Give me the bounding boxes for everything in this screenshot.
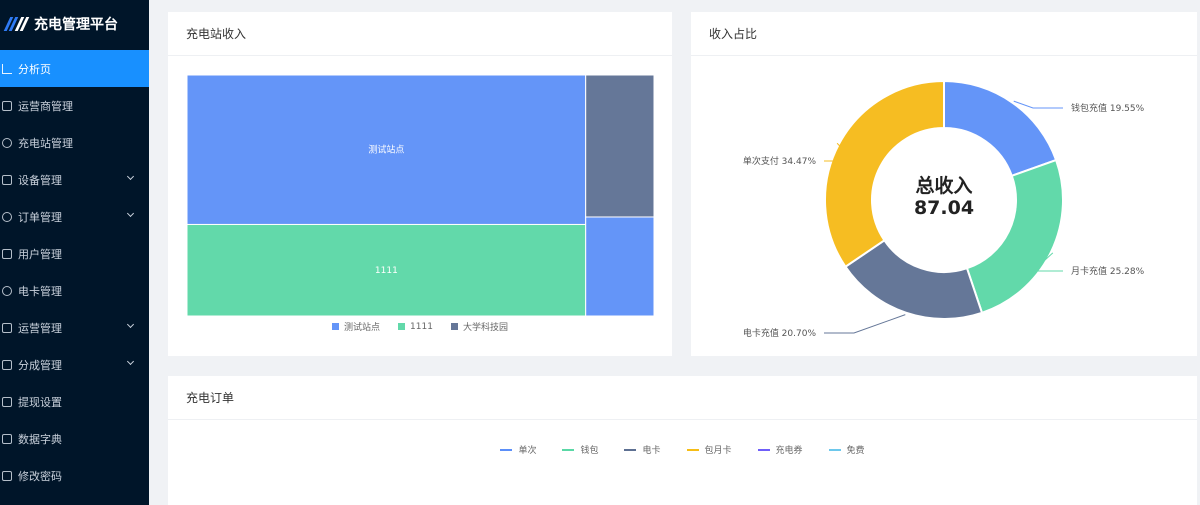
legend-label: 电卡 <box>642 446 661 456</box>
legend-line-swatch <box>500 448 513 451</box>
income-ratio-title: 收入占比 <box>691 12 1197 56</box>
sidebar-item-label: 充电站管理 <box>18 136 73 150</box>
station-icon <box>2 137 12 148</box>
legend-line-swatch <box>757 448 770 451</box>
chevron-down-icon <box>126 357 135 366</box>
orders-legend-item[interactable]: 充电券 <box>757 443 803 456</box>
logo: 充电管理平台 <box>0 0 149 48</box>
legend-line-swatch <box>686 448 699 451</box>
sidebar-item-label: 修改密码 <box>18 469 62 483</box>
legend-swatch <box>332 323 340 330</box>
sidebar-item-label: 运营商管理 <box>18 99 73 113</box>
device-icon <box>2 174 12 185</box>
station-income-title: 充电站收入 <box>168 12 672 56</box>
sidebar-item-10[interactable]: 数据字典 <box>0 420 149 457</box>
orders-legend-item[interactable]: 电卡 <box>624 443 661 456</box>
treemap-legend-item[interactable]: 大学科技园 <box>450 320 508 333</box>
sidebar: 充电管理平台 分析页运营商管理充电站管理设备管理订单管理用户管理电卡管理运营管理… <box>0 0 149 505</box>
treemap-node-2[interactable] <box>585 74 655 218</box>
legend-line-swatch <box>562 448 575 451</box>
charging-orders-title: 充电订单 <box>168 376 1197 420</box>
orders-legend-item[interactable]: 钱包 <box>562 443 598 456</box>
legend-swatch <box>450 323 458 330</box>
sidebar-item-1[interactable]: 运营商管理 <box>0 87 149 124</box>
chevron-down-icon <box>126 172 135 181</box>
sidebar-item-6[interactable]: 电卡管理 <box>0 272 149 309</box>
sidebar-item-3[interactable]: 设备管理 <box>0 161 149 198</box>
donut-slice-1[interactable] <box>965 158 1064 315</box>
legend-label: 测试站点 <box>344 323 381 333</box>
orders-legend-item[interactable]: 免费 <box>828 443 865 456</box>
order-icon <box>2 211 12 222</box>
donut-slice-0[interactable] <box>943 79 1058 178</box>
donut-slice-label: 电卡充值 20.70% <box>743 327 817 339</box>
app-title: 充电管理平台 <box>34 17 118 33</box>
station-income-card: 充电站收入 测试站点 1111 测试站点 1111 大学科技园 <box>168 12 672 356</box>
withdraw-icon <box>2 396 12 407</box>
orders-legend-item[interactable]: 包月卡 <box>686 443 732 456</box>
donut-label-line <box>1013 100 1063 109</box>
operation-icon <box>2 322 12 333</box>
sidebar-item-8[interactable]: 分成管理 <box>0 346 149 383</box>
donut-slice-3[interactable] <box>824 79 945 269</box>
operator-icon <box>2 100 12 111</box>
treemap-node-3[interactable] <box>585 216 655 317</box>
sidebar-item-label: 提现设置 <box>18 395 62 409</box>
sidebar-item-label: 设备管理 <box>18 173 62 187</box>
station-income-treemap: 测试站点 1111 <box>186 74 655 317</box>
legend-label: 包月卡 <box>704 446 732 456</box>
sidebar-item-label: 分析页 <box>18 62 51 76</box>
logo-icon <box>3 17 30 31</box>
sidebar-item-label: 运营管理 <box>18 321 62 335</box>
orders-legend-item[interactable]: 单次 <box>500 443 536 456</box>
legend-label: 1111 <box>410 321 433 332</box>
legend-line-swatch <box>828 448 841 451</box>
donut-center-value: 87.04 <box>914 197 974 219</box>
legend-label: 免费 <box>846 446 865 456</box>
treemap-legend: 测试站点 1111 大学科技园 <box>168 320 672 333</box>
income-ratio-card: 收入占比 钱包充值 19.55% 月卡充值 25.28% 电卡充值 20.70% 单次… <box>691 12 1197 356</box>
user-icon <box>2 248 12 259</box>
lock-icon <box>2 470 12 481</box>
donut-center-label: 总收入 <box>915 174 972 197</box>
sidebar-item-11[interactable]: 修改密码 <box>0 457 149 494</box>
legend-label: 充电券 <box>775 446 803 456</box>
sidebar-item-9[interactable]: 提现设置 <box>0 383 149 420</box>
legend-swatch <box>398 323 406 330</box>
legend-label: 大学科技园 <box>462 323 508 333</box>
income-ratio-donut: 钱包充值 19.55% 月卡充值 25.28% 电卡充值 20.70% 单次支付 34… <box>743 79 1145 339</box>
orders-legend: 单次 钱包 电卡 包月卡 充电券 免费 <box>168 443 1197 456</box>
sidebar-item-label: 电卡管理 <box>18 284 62 298</box>
sidebar-item-2[interactable]: 充电站管理 <box>0 124 149 161</box>
dictionary-icon <box>2 433 12 444</box>
sidebar-item-label: 用户管理 <box>18 247 62 261</box>
sidebar-menu: 分析页运营商管理充电站管理设备管理订单管理用户管理电卡管理运营管理分成管理提现设… <box>0 50 149 494</box>
chart-line-icon <box>2 63 12 74</box>
treemap-node-label: 测试站点 <box>368 144 404 156</box>
sidebar-item-label: 分成管理 <box>18 358 62 372</box>
donut-slice-label: 月卡充值 25.28% <box>1071 265 1145 277</box>
charging-orders-card: 充电订单 单次 钱包 电卡 包月卡 充电券 免费 <box>168 376 1197 505</box>
chevron-down-icon <box>126 209 135 218</box>
treemap-legend-item[interactable]: 测试站点 <box>332 320 380 333</box>
sidebar-item-0[interactable]: 分析页 <box>0 50 149 87</box>
treemap-node-label: 1111 <box>375 266 398 276</box>
donut-label-line <box>824 314 906 334</box>
legend-label: 单次 <box>518 446 537 456</box>
treemap-legend-item[interactable]: 1111 <box>398 320 433 333</box>
sidebar-item-4[interactable]: 订单管理 <box>0 198 149 235</box>
sidebar-item-label: 订单管理 <box>18 210 62 224</box>
donut-slice-label: 单次支付 34.47% <box>743 155 817 167</box>
sidebar-item-5[interactable]: 用户管理 <box>0 235 149 272</box>
donut-slice-label: 钱包充值 19.55% <box>1071 102 1145 114</box>
legend-label: 钱包 <box>580 446 599 456</box>
share-icon <box>2 359 12 370</box>
sidebar-item-7[interactable]: 运营管理 <box>0 309 149 346</box>
chevron-down-icon <box>126 320 135 329</box>
legend-line-swatch <box>624 448 637 451</box>
sidebar-item-label: 数据字典 <box>18 432 62 446</box>
card-icon <box>2 285 12 296</box>
